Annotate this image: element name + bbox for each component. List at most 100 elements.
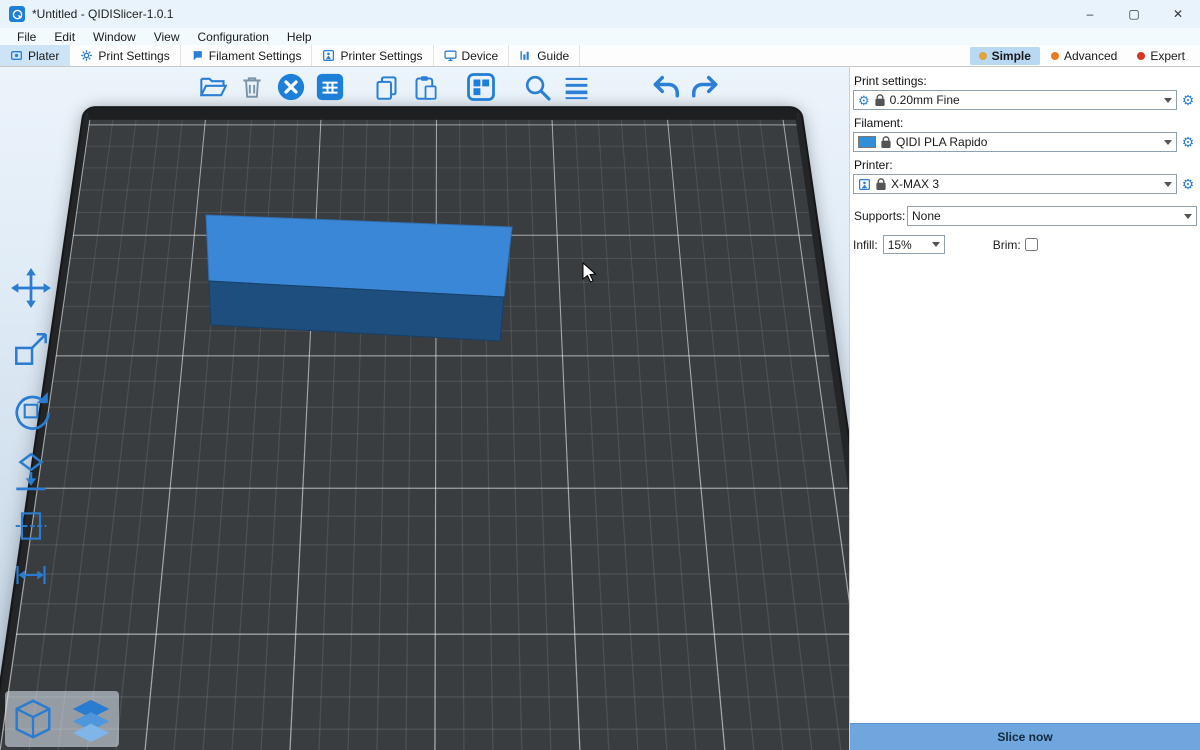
menu-edit[interactable]: Edit <box>45 28 84 45</box>
filament-label: Filament: <box>854 116 1200 130</box>
dropdown-caret-icon <box>1164 98 1172 103</box>
settings-sidebar: Print settings: ⚙ 0.20mm Fine ⚙ Filament… <box>849 67 1200 750</box>
tab-plater[interactable]: Plater <box>0 45 70 66</box>
minimize-button[interactable]: – <box>1068 0 1112 28</box>
delete-button[interactable] <box>237 72 267 102</box>
expert-mode-dot-icon <box>1137 52 1145 60</box>
place-on-face-icon <box>10 450 52 492</box>
delete-all-icon <box>276 72 306 102</box>
preset-gear-icon: ⚙ <box>858 94 870 107</box>
redo-icon <box>690 72 720 102</box>
lock-icon <box>881 136 891 148</box>
scale-tool-button[interactable] <box>8 326 54 372</box>
infill-dropdown[interactable]: 15% <box>883 235 945 254</box>
tab-label: Device <box>462 49 499 63</box>
infill-value: 15% <box>888 238 912 252</box>
print-settings-value: 0.20mm Fine <box>890 93 960 107</box>
tab-label: Filament Settings <box>209 49 302 63</box>
preview-view-button[interactable] <box>65 693 117 745</box>
arrange-button[interactable] <box>315 72 345 102</box>
menu-view[interactable]: View <box>145 28 189 45</box>
trash-icon <box>239 74 265 100</box>
filament-edit-button[interactable]: ⚙ <box>1179 134 1197 151</box>
delete-all-button[interactable] <box>276 72 306 102</box>
move-tool-button[interactable] <box>8 265 54 311</box>
variable-layer-height-button[interactable] <box>561 72 591 102</box>
plater-icon <box>10 49 23 62</box>
fill-bed-icon <box>466 72 496 102</box>
close-button[interactable]: ✕ <box>1156 0 1200 28</box>
cut-icon <box>13 508 49 544</box>
brim-label: Brim: <box>993 238 1021 252</box>
printer-label: Printer: <box>854 158 1200 172</box>
open-file-button[interactable] <box>198 72 228 102</box>
supports-dropdown[interactable]: None <box>907 206 1197 226</box>
tab-printer-settings[interactable]: Printer Settings <box>312 45 433 66</box>
mode-advanced[interactable]: Advanced <box>1042 47 1126 65</box>
menu-file[interactable]: File <box>8 28 45 45</box>
mode-label: Simple <box>992 49 1031 63</box>
mode-label: Advanced <box>1064 49 1117 63</box>
printer-settings-icon <box>322 49 335 62</box>
print-settings-dropdown[interactable]: ⚙ 0.20mm Fine <box>853 90 1177 110</box>
cut-tool-button[interactable] <box>8 509 54 543</box>
tab-guide[interactable]: Guide <box>509 45 580 66</box>
supports-label: Supports: <box>853 209 905 223</box>
mode-simple[interactable]: Simple <box>970 47 1040 65</box>
viewport-toolbar <box>198 72 720 102</box>
simple-mode-dot-icon <box>979 52 987 60</box>
measure-icon <box>13 557 49 593</box>
app-logo-icon <box>9 6 25 22</box>
build-plate[interactable] <box>0 108 849 750</box>
search-icon <box>523 73 552 102</box>
undo-button[interactable] <box>651 72 681 102</box>
filament-value: QIDI PLA Rapido <box>896 135 987 149</box>
supports-value: None <box>912 209 941 223</box>
search-button[interactable] <box>522 72 552 102</box>
printer-dropdown[interactable]: X-MAX 3 <box>853 174 1177 194</box>
print-settings-edit-button[interactable]: ⚙ <box>1179 92 1197 109</box>
mode-selector: Simple Advanced Expert <box>970 45 1200 66</box>
place-on-face-tool-button[interactable] <box>8 448 54 494</box>
mode-expert[interactable]: Expert <box>1128 47 1194 65</box>
dropdown-caret-icon <box>932 242 940 247</box>
tabbar: Plater Print Settings Filament Settings … <box>0 45 1200 67</box>
variable-layer-height-icon <box>562 73 591 102</box>
arrange-icon <box>315 72 345 102</box>
tab-print-settings[interactable]: Print Settings <box>70 45 180 66</box>
device-icon <box>444 49 457 62</box>
guide-icon <box>519 49 532 62</box>
editor-view-button[interactable] <box>7 693 59 745</box>
copy-button[interactable] <box>371 72 401 102</box>
gizmo-toolbar <box>8 265 54 592</box>
rotate-tool-button[interactable] <box>8 387 54 433</box>
tab-filament-settings[interactable]: Filament Settings <box>181 45 313 66</box>
undo-icon <box>651 72 681 102</box>
dropdown-caret-icon <box>1184 214 1192 219</box>
tab-label: Print Settings <box>98 49 169 63</box>
filament-settings-icon <box>191 49 204 62</box>
menu-configuration[interactable]: Configuration <box>189 28 278 45</box>
3d-cube-icon <box>10 696 56 742</box>
menu-window[interactable]: Window <box>84 28 145 45</box>
advanced-mode-dot-icon <box>1051 52 1059 60</box>
filament-color-swatch <box>858 136 876 148</box>
window-title: *Untitled - QIDISlicer-1.0.1 <box>32 7 173 21</box>
open-folder-icon <box>199 73 227 101</box>
tab-device[interactable]: Device <box>434 45 510 66</box>
paste-button[interactable] <box>410 72 440 102</box>
fill-bed-button[interactable] <box>466 72 496 102</box>
menu-help[interactable]: Help <box>278 28 321 45</box>
slice-now-button[interactable]: Slice now <box>850 723 1200 750</box>
measure-tool-button[interactable] <box>8 558 54 592</box>
redo-button[interactable] <box>690 72 720 102</box>
view-toggle-group <box>5 691 119 747</box>
brim-checkbox[interactable] <box>1025 238 1038 251</box>
printer-edit-button[interactable]: ⚙ <box>1179 176 1197 193</box>
menubar: File Edit Window View Configuration Help <box>0 28 1200 45</box>
app-window: *Untitled - QIDISlicer-1.0.1 – ▢ ✕ File … <box>0 0 1200 750</box>
3d-viewport[interactable] <box>0 67 849 750</box>
filament-dropdown[interactable]: QIDI PLA Rapido <box>853 132 1177 152</box>
maximize-button[interactable]: ▢ <box>1112 0 1156 28</box>
tab-label: Guide <box>537 49 569 63</box>
